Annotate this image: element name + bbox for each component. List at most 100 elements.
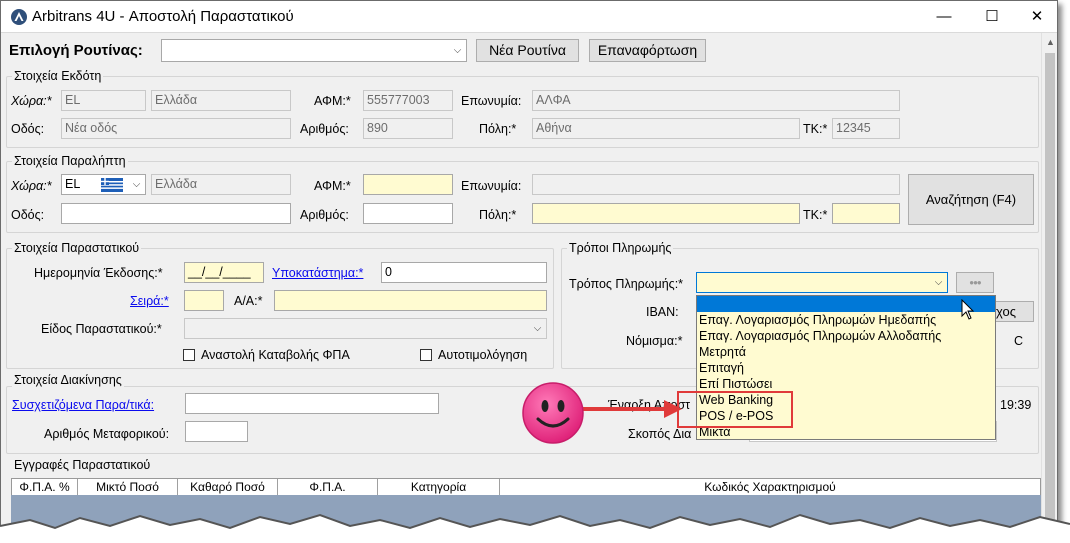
aa-label: Α/Α:* <box>234 294 263 308</box>
chevron-down-icon[interactable]: ⌵ <box>529 319 546 338</box>
issue-date-label: Ημερομηνία Έκδοσης:* <box>34 266 163 280</box>
vehicle-label: Αριθμός Μεταφορικού: <box>44 427 170 441</box>
chevron-down-icon[interactable]: ⌵ <box>930 273 947 292</box>
window-title: Arbitrans 4U - Αποστολή Παραστατικού <box>32 8 294 25</box>
reload-button[interactable]: Επαναφόρτωση <box>589 39 706 62</box>
mouse-pointer-icon <box>961 298 975 324</box>
issuer-street-field: Νέα οδός <box>61 118 291 139</box>
recipient-number-field[interactable] <box>363 203 453 224</box>
scrollbar-thumb[interactable] <box>1045 53 1055 529</box>
arbitrans-logo-icon <box>11 9 27 25</box>
currency-partial-text: C <box>1014 334 1024 348</box>
self-invoice-checkbox[interactable] <box>420 349 432 361</box>
maximize-button[interactable]: ☐ <box>969 1 1015 32</box>
issuer-country-label: Χώρα:* <box>11 94 52 108</box>
scroll-up-icon[interactable]: ▲ <box>1046 37 1055 47</box>
column-header[interactable]: Μικτό Ποσό <box>78 479 178 495</box>
new-routine-button[interactable]: Νέα Ρουτίνα <box>476 39 579 62</box>
payment-more-button[interactable]: ●●● <box>956 272 994 293</box>
recipient-afm-label: ΑΦΜ:* <box>314 179 351 193</box>
recipient-country-select[interactable]: EL ⌵ <box>61 174 146 195</box>
self-invoice-label: Αυτοτιμολόγηση <box>438 348 528 362</box>
recipient-city-field[interactable] <box>532 203 800 224</box>
chevron-down-icon[interactable]: ⌵ <box>449 40 466 61</box>
application-window: Arbitrans 4U - Αποστολή Παραστατικού — ☐… <box>0 0 1058 530</box>
issuer-city-field: Αθήνα <box>532 118 800 139</box>
lines-group-title: Εγγραφές Παραστατικού <box>12 458 153 472</box>
greek-flag-icon <box>101 178 123 194</box>
issuer-city-label: Πόλη:* <box>479 122 517 136</box>
issuer-name-label: Επωνυμία: <box>461 94 522 108</box>
document-type-select[interactable]: ⌵ <box>184 318 547 339</box>
branch-link[interactable]: Υποκατάστημα:* <box>272 266 363 280</box>
title-bar[interactable]: Arbitrans 4U - Αποστολή Παραστατικού — ☐… <box>1 1 1057 32</box>
issuer-name-field: ΑΛΦΑ <box>532 90 900 111</box>
torn-edge <box>0 513 1070 543</box>
payment-method-select[interactable]: ⌵ <box>696 272 948 293</box>
document-type-label: Είδος Παραστατικού:* <box>41 322 162 336</box>
dropdown-option[interactable]: Επί Πιστώσει <box>697 376 995 392</box>
recipient-name-field <box>532 174 900 195</box>
column-header[interactable]: Κωδικός Χαρακτηρισμού <box>500 479 1040 495</box>
recipient-zip-field[interactable] <box>832 203 900 224</box>
branch-field[interactable]: 0 <box>381 262 547 283</box>
vat-suspend-label: Αναστολή Καταβολής ΦΠΑ <box>201 348 350 362</box>
vat-suspend-checkbox[interactable] <box>183 349 195 361</box>
related-documents-field[interactable] <box>185 393 439 414</box>
issuer-afm-label: ΑΦΜ:* <box>314 94 351 108</box>
routine-select[interactable]: ⌵ <box>161 39 467 62</box>
chevron-down-icon[interactable]: ⌵ <box>128 175 145 194</box>
payment-method-label: Τρόπος Πληρωμής:* <box>569 277 684 291</box>
dropdown-option[interactable]: Επαγ. Λογαριασμός Πληρωμών Αλλοδαπής <box>697 328 995 344</box>
dropdown-option[interactable]: Μετρητά <box>697 344 995 360</box>
movement-group-title: Στοιχεία Διακίνησης <box>12 373 124 387</box>
lines-grid-header: Φ.Π.Α. % Μικτό Ποσό Καθαρό Ποσό Φ.Π.Α. Κ… <box>11 478 1041 496</box>
close-button[interactable]: ✕ <box>1014 1 1057 32</box>
start-time-value: 19:39 <box>1000 398 1032 412</box>
vehicle-field[interactable] <box>185 421 248 442</box>
issuer-zip-field: 12345 <box>832 118 900 139</box>
vertical-scrollbar[interactable]: ▲ <box>1041 33 1057 529</box>
recipient-street-field[interactable] <box>61 203 291 224</box>
issuer-country-name: Ελλάδα <box>151 90 291 111</box>
payment-side-button[interactable]: χος <box>995 301 1034 322</box>
recipient-group-title: Στοιχεία Παραλήπτη <box>12 154 128 168</box>
payment-group-title: Τρόποι Πληρωμής <box>567 241 674 255</box>
issue-date-field[interactable]: __/__/____ <box>184 262 264 283</box>
dropdown-option[interactable]: Επαγ. Λογαριασμός Πληρωμών Ημεδαπής <box>697 312 995 328</box>
column-header[interactable]: Φ.Π.Α. <box>278 479 378 495</box>
issuer-number-label: Αριθμός: <box>300 122 349 136</box>
document-group-title: Στοιχεία Παραστατικού <box>12 241 142 255</box>
issuer-country-code: EL <box>61 90 146 111</box>
recipient-country-code: EL <box>65 177 81 191</box>
dropdown-selected-blank[interactable] <box>697 296 995 312</box>
issuer-afm-field: 555777003 <box>363 90 453 111</box>
series-field[interactable] <box>184 290 224 311</box>
recipient-name-label: Επωνυμία: <box>461 179 522 193</box>
currency-label: Νόμισμα:* <box>626 334 683 348</box>
column-header[interactable]: Κατηγορία <box>378 479 500 495</box>
title-separator <box>1 32 1057 33</box>
column-header[interactable]: Καθαρό Ποσό <box>178 479 278 495</box>
column-header[interactable]: Φ.Π.Α. % <box>12 479 78 495</box>
routine-label: Επιλογή Ρουτίνας: <box>9 42 143 59</box>
recipient-afm-field[interactable] <box>363 174 453 195</box>
purpose-label: Σκοπός Δια <box>628 427 692 441</box>
series-link[interactable]: Σειρά:* <box>130 294 169 308</box>
recipient-street-label: Οδός: <box>11 208 45 222</box>
recipient-country-label: Χώρα:* <box>11 179 52 193</box>
highlight-box <box>677 391 793 428</box>
dropdown-option[interactable]: Επιταγή <box>697 360 995 376</box>
aa-field[interactable] <box>274 290 547 311</box>
recipient-country-name: Ελλάδα <box>151 174 291 195</box>
iban-label: IBAN: <box>646 305 679 319</box>
issuer-number-field: 890 <box>363 118 453 139</box>
minimize-button[interactable]: — <box>921 1 967 32</box>
smiley-face-icon <box>521 381 585 448</box>
pointer-arrow <box>576 400 682 418</box>
search-button[interactable]: Αναζήτηση (F4) <box>908 174 1034 225</box>
issuer-group-title: Στοιχεία Εκδότη <box>12 69 104 83</box>
related-documents-link[interactable]: Συσχετιζόμενα Παρα/τικά: <box>12 398 154 412</box>
issuer-zip-label: ΤΚ:* <box>803 122 828 136</box>
recipient-number-label: Αριθμός: <box>300 208 349 222</box>
